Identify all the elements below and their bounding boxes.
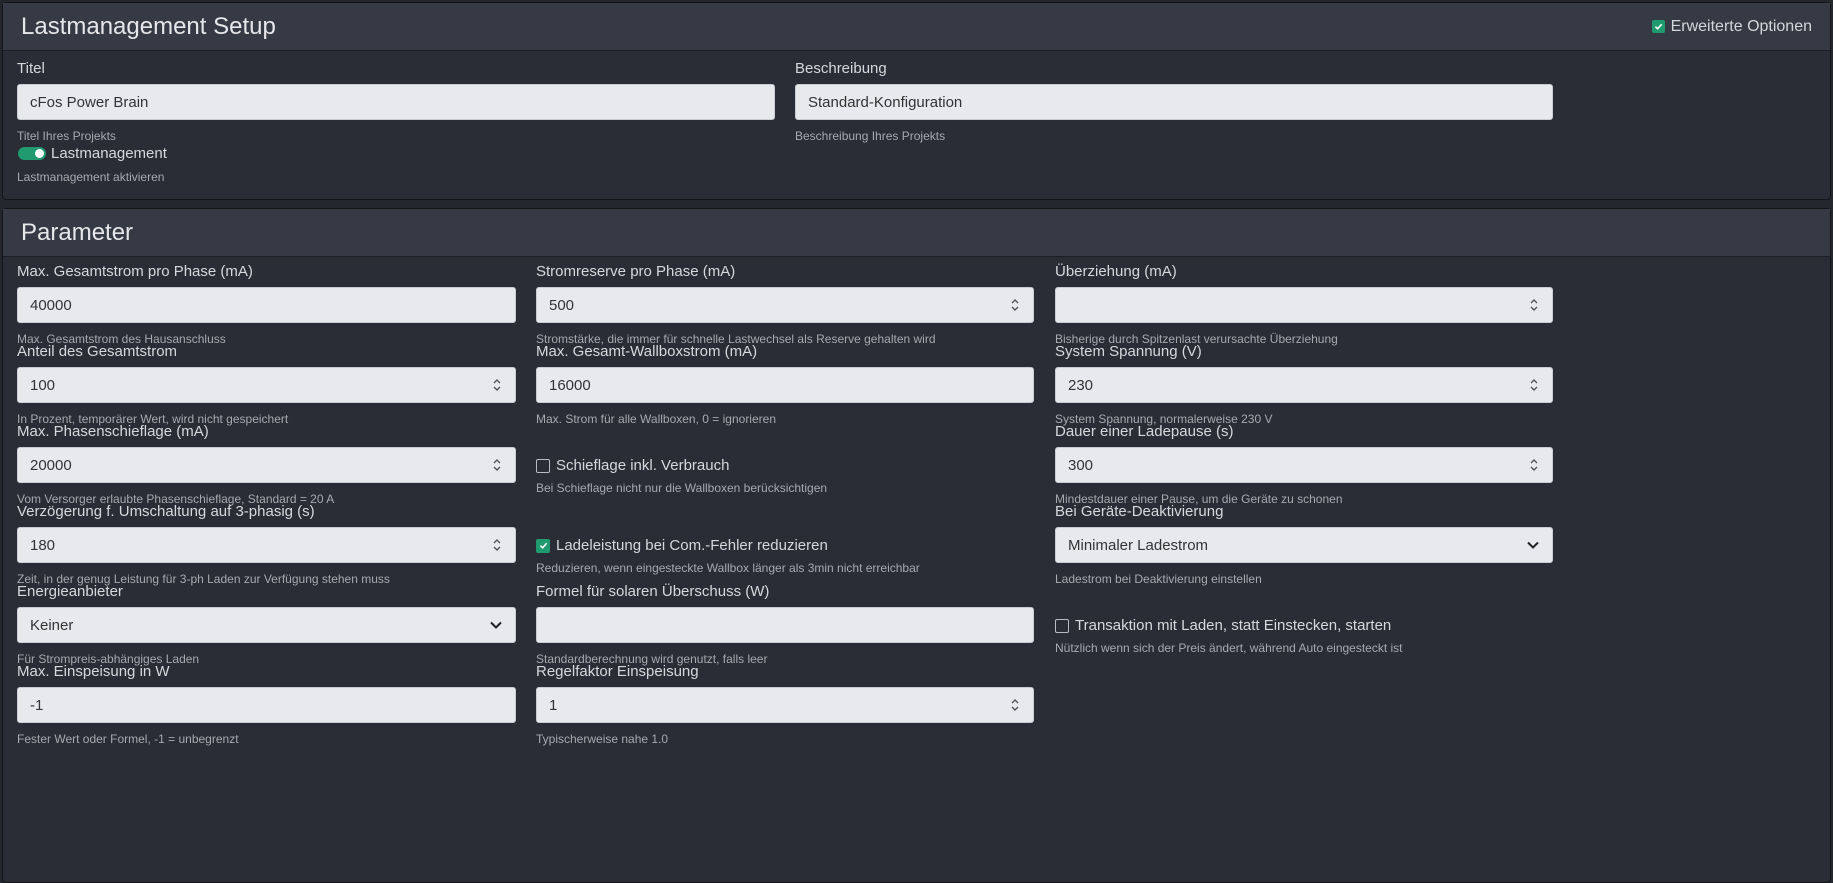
verzoegerung-label: Verzögerung f. Umschaltung auf 3-phasig … [17, 503, 315, 520]
deaktivierung-select[interactable]: Minimaler Ladestrom [1055, 527, 1553, 563]
beschreibung-input[interactable]: Standard-Konfiguration [795, 84, 1553, 120]
chevron-down-icon [490, 621, 502, 629]
einspeisung-field: Max. Einspeisung in W -1 Fester Wert ode… [17, 663, 516, 746]
lastmanagement-help: Lastmanagement aktivieren [17, 170, 165, 184]
einspeisung-label: Max. Einspeisung in W [17, 663, 170, 680]
deaktivierung-field: Bei Geräte-Deaktivierung Minimaler Lades… [1055, 503, 1553, 586]
ueberziehung-label: Überziehung (mA) [1055, 263, 1177, 280]
spinner-icon[interactable] [491, 377, 503, 393]
advanced-options-label: Erweiterte Optionen [1670, 17, 1812, 35]
schieflage-verbrauch-help: Bei Schieflage nicht nur die Wallboxen b… [536, 481, 828, 495]
setup-card: Lastmanagement Setup Erweiterte Optionen… [2, 2, 1831, 200]
deaktivierung-help: Ladestrom bei Deaktivierung einstellen [1055, 572, 1262, 586]
spinner-icon[interactable] [1528, 297, 1540, 313]
ladepause-field: Dauer einer Ladepause (s) 300 Mindestdau… [1055, 423, 1553, 506]
schieflage-input[interactable]: 20000 [17, 447, 516, 483]
verzoegerung-input[interactable]: 180 [17, 527, 516, 563]
spannung-input[interactable]: 230 [1055, 367, 1553, 403]
spinner-icon[interactable] [1009, 297, 1021, 313]
com-fehler-label: Ladeleistung bei Com.-Fehler reduzieren [556, 537, 828, 554]
beschreibung-label: Beschreibung [795, 60, 887, 77]
chevron-down-icon [1527, 541, 1539, 549]
com-fehler-checkbox[interactable]: Ladeleistung bei Com.-Fehler reduzieren [536, 537, 828, 554]
energieanbieter-select[interactable]: Keiner [17, 607, 516, 643]
ladepause-label: Dauer einer Ladepause (s) [1055, 423, 1234, 440]
com-fehler-help: Reduzieren, wenn eingesteckte Wallbox lä… [536, 561, 920, 575]
max-wallbox-label: Max. Gesamt-Wallboxstrom (mA) [536, 343, 758, 360]
schieflage-verbrauch-label: Schieflage inkl. Verbrauch [556, 457, 730, 474]
spinner-icon[interactable] [1009, 697, 1021, 713]
regelfaktor-field: Regelfaktor Einspeisung 1 Typischerweise… [536, 663, 1034, 746]
spinner-icon[interactable] [491, 457, 503, 473]
ladepause-input[interactable]: 300 [1055, 447, 1553, 483]
setup-header: Lastmanagement Setup Erweiterte Optionen [3, 3, 1830, 51]
toggle-switch-icon[interactable] [18, 147, 46, 160]
formel-field: Formel für solaren Überschuss (W) Standa… [536, 583, 1034, 666]
checkbox-checked-icon[interactable] [536, 538, 550, 553]
max-gesamtstrom-input[interactable]: 40000 [17, 287, 516, 323]
stromreserve-label: Stromreserve pro Phase (mA) [536, 263, 736, 280]
transaktion-help: Nützlich wenn sich der Preis ändert, wäh… [1055, 641, 1403, 655]
deaktivierung-label: Bei Geräte-Deaktivierung [1055, 503, 1224, 520]
spinner-icon[interactable] [1528, 377, 1540, 393]
max-wallbox-field: Max. Gesamt-Wallboxstrom (mA) 16000 Max.… [536, 343, 1034, 426]
formel-label: Formel für solaren Überschuss (W) [536, 583, 770, 600]
max-wallbox-input[interactable]: 16000 [536, 367, 1034, 403]
anteil-field: Anteil des Gesamtstrom 100 In Prozent, t… [17, 343, 516, 426]
titel-field: Titel cFos Power Brain Titel Ihres Proje… [17, 60, 775, 143]
verzoegerung-field: Verzögerung f. Umschaltung auf 3-phasig … [17, 503, 516, 586]
spinner-icon[interactable] [1528, 457, 1540, 473]
ueberziehung-field: Überziehung (mA) Bisherige durch Spitzen… [1055, 263, 1553, 346]
ueberziehung-input[interactable] [1055, 287, 1553, 323]
checkbox-unchecked-icon[interactable] [1055, 618, 1069, 633]
formel-input[interactable] [536, 607, 1034, 643]
regelfaktor-input[interactable]: 1 [536, 687, 1034, 723]
spannung-field: System Spannung (V) 230 System Spannung,… [1055, 343, 1553, 426]
checkbox-checked-icon[interactable] [1651, 20, 1665, 33]
lastmanagement-switch[interactable]: Lastmanagement [18, 145, 167, 162]
schieflage-field: Max. Phasenschieflage (mA) 20000 Vom Ver… [17, 423, 516, 506]
titel-help: Titel Ihres Projekts [17, 129, 116, 143]
max-gesamtstrom-field: Max. Gesamtstrom pro Phase (mA) 40000 Ma… [17, 263, 516, 346]
einspeisung-input[interactable]: -1 [17, 687, 516, 723]
schieflage-label: Max. Phasenschieflage (mA) [17, 423, 209, 440]
spinner-icon[interactable] [491, 537, 503, 553]
regelfaktor-help: Typischerweise nahe 1.0 [536, 732, 669, 746]
transaktion-checkbox[interactable]: Transaktion mit Laden, statt Einstecken,… [1055, 617, 1391, 634]
advanced-options-checkbox[interactable]: Erweiterte Optionen [1651, 17, 1812, 36]
energieanbieter-field: Energieanbieter Keiner Für Strompreis-ab… [17, 583, 516, 666]
stromreserve-field: Stromreserve pro Phase (mA) 500 Stromstä… [536, 263, 1034, 346]
max-wallbox-help: Max. Strom für alle Wallboxen, 0 = ignor… [536, 412, 776, 426]
einspeisung-help: Fester Wert oder Formel, -1 = unbegrenzt [17, 732, 239, 746]
parameter-title: Parameter [21, 218, 134, 246]
spannung-label: System Spannung (V) [1055, 343, 1202, 360]
beschreibung-field: Beschreibung Standard-Konfiguration Besc… [795, 60, 1553, 143]
titel-label: Titel [17, 60, 45, 77]
lastmanagement-label: Lastmanagement [51, 145, 167, 162]
anteil-label: Anteil des Gesamtstrom [17, 343, 178, 360]
schieflage-verbrauch-checkbox[interactable]: Schieflage inkl. Verbrauch [536, 457, 729, 474]
parameter-card: Parameter Max. Gesamtstrom pro Phase (mA… [2, 208, 1831, 883]
transaktion-label: Transaktion mit Laden, statt Einstecken,… [1075, 617, 1392, 634]
checkbox-unchecked-icon[interactable] [536, 458, 550, 473]
max-gesamtstrom-label: Max. Gesamtstrom pro Phase (mA) [17, 263, 253, 280]
anteil-input[interactable]: 100 [17, 367, 516, 403]
setup-title: Lastmanagement Setup [21, 12, 276, 40]
regelfaktor-label: Regelfaktor Einspeisung [536, 663, 699, 680]
stromreserve-input[interactable]: 500 [536, 287, 1034, 323]
titel-input[interactable]: cFos Power Brain [17, 84, 775, 120]
parameter-header: Parameter [3, 209, 1830, 257]
beschreibung-help: Beschreibung Ihres Projekts [795, 129, 946, 143]
energieanbieter-label: Energieanbieter [17, 583, 123, 600]
